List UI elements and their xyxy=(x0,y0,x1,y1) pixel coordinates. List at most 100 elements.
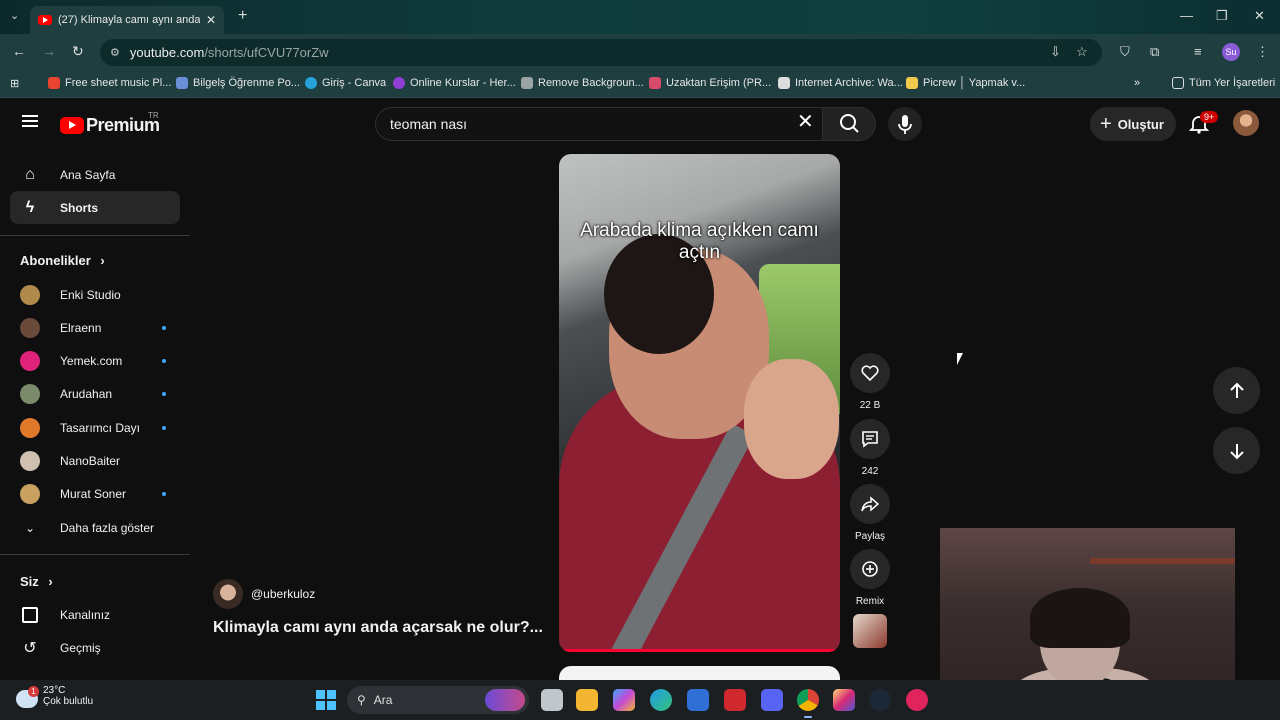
channel-info[interactable]: @uberkuloz xyxy=(213,579,315,609)
remix-action[interactable]: Remix xyxy=(850,549,890,607)
windows-taskbar: 1 23°C Çok bulutlu ⚲ Ara xyxy=(0,680,1280,720)
home-icon: ⌂ xyxy=(25,165,35,183)
copilot-icon[interactable] xyxy=(613,689,635,711)
bookmark-0[interactable]: Free sheet music Pl... xyxy=(48,77,171,89)
shorts-video-player[interactable]: Arabada klima açıkken camı açtın xyxy=(559,154,840,652)
bookmark-5[interactable]: Uzaktan Erişim (PR... xyxy=(649,77,771,89)
sidebar-item-home[interactable]: ⌂ Ana Sayfa xyxy=(10,158,180,191)
sound-thumbnail-action[interactable] xyxy=(850,614,890,648)
browser-toolbar: ← → ↻ ⚙ youtube.com/shorts/ufCVU77orZw ⇩… xyxy=(0,34,1280,70)
share-action[interactable]: Paylaş xyxy=(850,484,890,542)
like-button[interactable] xyxy=(850,353,890,393)
apps-icon[interactable]: ⊞ xyxy=(10,77,19,90)
profile-avatar[interactable]: Su xyxy=(1222,43,1240,61)
like-action[interactable]: 22 B xyxy=(850,353,890,411)
steam-icon[interactable] xyxy=(869,689,891,711)
close-window-icon[interactable]: ✕ xyxy=(1254,8,1265,24)
all-bookmarks-folder[interactable]: Tüm Yer İşaretleri xyxy=(1172,77,1275,89)
site-info-icon[interactable]: ⚙ xyxy=(110,46,120,59)
youtube-logo[interactable]: Premium TR xyxy=(60,111,160,136)
previous-short-button[interactable] xyxy=(1213,367,1260,414)
chrome-icon[interactable] xyxy=(797,689,819,718)
sidebar-item-history[interactable]: ↺ Geçmiş xyxy=(20,638,170,658)
lightshot-icon[interactable] xyxy=(724,689,746,711)
search-button[interactable] xyxy=(822,107,876,141)
weather-widget[interactable]: 1 23°C Çok bulutlu xyxy=(16,685,93,708)
hamburger-menu-icon[interactable] xyxy=(22,115,38,127)
subscription-tasarimci-dayi[interactable]: Tasarımcı Dayı xyxy=(20,418,170,438)
shield-extension-icon[interactable]: ⛉ xyxy=(1120,44,1130,60)
windows-start-icon[interactable] xyxy=(316,690,336,710)
remix-button[interactable] xyxy=(850,549,890,589)
discord-icon[interactable] xyxy=(761,689,783,711)
comments-button[interactable] xyxy=(850,419,890,459)
show-more-button[interactable]: ⌄ Daha fazla göster xyxy=(20,518,170,538)
subscription-enki-studio[interactable]: Enki Studio xyxy=(20,285,170,305)
new-tab-icon[interactable]: + xyxy=(238,7,247,25)
tab-title: (27) Klimayla camı aynı anda aç xyxy=(58,14,200,26)
clear-search-icon[interactable]: ✕ xyxy=(797,112,814,132)
voice-search-button[interactable] xyxy=(888,107,922,141)
channel-avatar xyxy=(20,418,40,438)
new-content-dot xyxy=(162,492,166,496)
install-app-icon[interactable]: ⇩ xyxy=(1050,44,1061,60)
search-input[interactable]: teoman nası xyxy=(375,107,830,141)
bookmark-star-icon[interactable]: ☆ xyxy=(1076,44,1088,60)
sound-thumbnail[interactable] xyxy=(853,614,887,648)
media-control-icon[interactable]: ≡ xyxy=(1194,44,1202,59)
new-content-dot xyxy=(162,326,166,330)
browser-menu-icon[interactable]: ⋮ xyxy=(1256,44,1269,60)
bookmark-7[interactable]: Picrew │ Yapmak v... xyxy=(906,77,1025,89)
close-tab-icon[interactable]: ✕ xyxy=(206,13,216,27)
microsoft-store-icon[interactable] xyxy=(687,689,709,711)
next-short-button[interactable] xyxy=(1213,427,1260,474)
tab-search-icon[interactable]: ⌄ xyxy=(10,9,19,22)
extensions-icon[interactable]: ⧉ xyxy=(1150,44,1159,60)
more-bookmarks-icon[interactable]: » xyxy=(1134,77,1140,89)
subscription-elraenn[interactable]: Elraenn xyxy=(20,318,170,338)
browser-tab-active[interactable]: (27) Klimayla camı aynı anda aç ✕ xyxy=(30,6,224,34)
bookmark-4[interactable]: Remove Backgroun... xyxy=(521,77,644,89)
minimize-icon[interactable]: — xyxy=(1180,8,1193,23)
subscription-murat-soner[interactable]: Murat Soner xyxy=(20,484,170,504)
video-caption: Arabada klima açıkken camı açtın xyxy=(580,220,819,263)
share-button[interactable] xyxy=(850,484,890,524)
sidebar-item-your-channel[interactable]: Kanalınız xyxy=(20,605,170,625)
channel-handle[interactable]: @uberkuloz xyxy=(251,587,315,601)
weather-badge: 1 xyxy=(28,686,39,697)
subscription-yemek-com[interactable]: Yemek.com xyxy=(20,351,170,371)
task-view-icon[interactable] xyxy=(541,689,563,711)
bookmark-3[interactable]: Online Kurslar - Her... xyxy=(393,77,516,89)
video-progress-bar[interactable] xyxy=(559,649,840,652)
comments-action[interactable]: 242 xyxy=(850,419,890,477)
edge-icon[interactable] xyxy=(650,689,672,711)
back-icon[interactable]: ← xyxy=(12,43,26,59)
bookmark-favicon-icon xyxy=(48,77,60,89)
subscription-nanobaiter[interactable]: NanoBaiter xyxy=(20,451,170,471)
maximize-icon[interactable]: ❐ xyxy=(1216,8,1228,24)
address-bar[interactable]: ⚙ youtube.com/shorts/ufCVU77orZw ⇩ ☆ xyxy=(100,39,1102,66)
media-player-icon[interactable] xyxy=(906,689,928,711)
background-shelf xyxy=(1090,558,1235,564)
account-avatar[interactable] xyxy=(1233,110,1259,136)
create-button[interactable]: + Oluştur xyxy=(1090,107,1176,141)
forward-icon[interactable]: → xyxy=(42,43,56,59)
bookmark-favicon-icon xyxy=(176,77,188,89)
chevron-down-icon: ⌄ xyxy=(24,521,36,535)
subscription-arudahan[interactable]: Arudahan xyxy=(20,384,170,404)
video-title[interactable]: Klimayla camı aynı anda açarsak ne olur?… xyxy=(213,619,543,637)
next-short-preview[interactable] xyxy=(559,666,840,680)
sidebar-item-shorts[interactable]: ϟ Shorts xyxy=(10,191,180,224)
taskbar-search[interactable]: ⚲ Ara xyxy=(347,686,529,714)
you-heading[interactable]: Siz › xyxy=(20,574,53,589)
history-icon: ↺ xyxy=(23,640,37,657)
youtube-favicon-icon xyxy=(38,15,52,25)
reload-icon[interactable]: ↻ xyxy=(72,43,84,60)
bookmark-1[interactable]: Bilgelş Öğrenme Po... xyxy=(176,77,300,89)
instagram-icon[interactable] xyxy=(833,689,855,711)
bookmark-favicon-icon xyxy=(906,77,918,89)
bookmark-2[interactable]: Giriş - Canva xyxy=(305,77,386,89)
subscriptions-heading[interactable]: Abonelikler › xyxy=(20,253,105,268)
bookmark-6[interactable]: Internet Archive: Wa... xyxy=(778,77,903,89)
file-explorer-icon[interactable] xyxy=(576,689,598,711)
